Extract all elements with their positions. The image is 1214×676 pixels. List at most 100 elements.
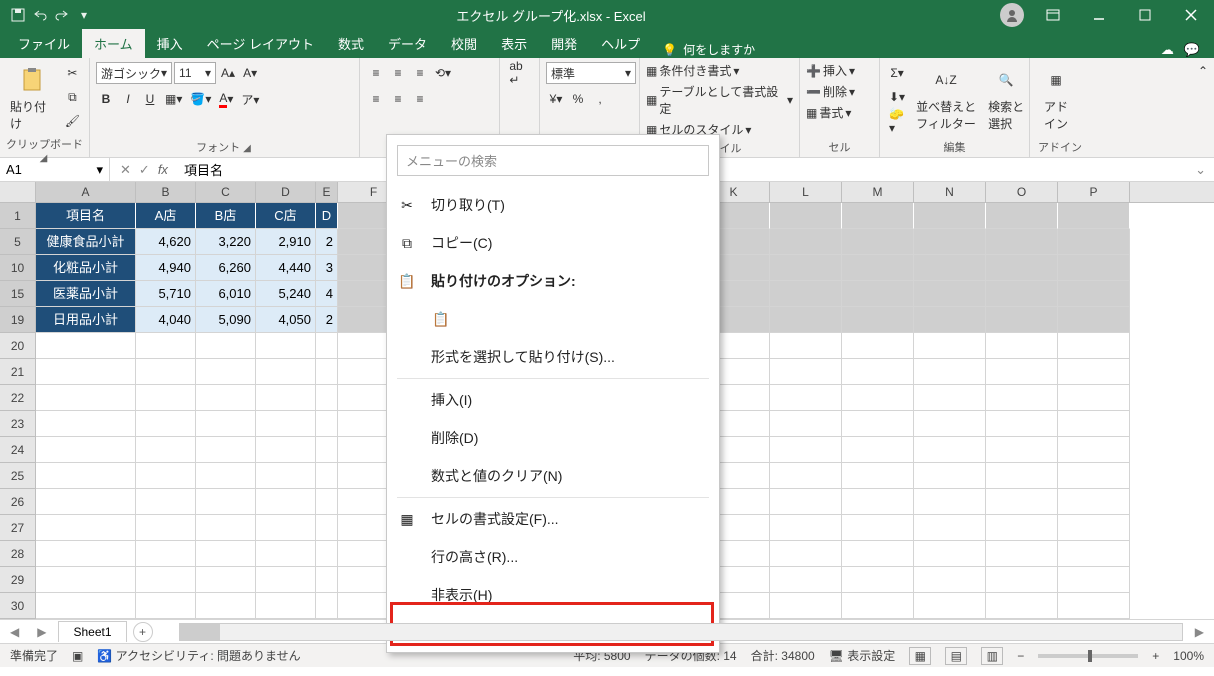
cell[interactable] <box>256 411 316 437</box>
cell[interactable] <box>986 255 1058 281</box>
cell[interactable] <box>914 541 986 567</box>
cell[interactable] <box>196 463 256 489</box>
cell[interactable] <box>316 593 338 619</box>
tab-help[interactable]: ヘルプ <box>589 29 652 58</box>
cell[interactable] <box>136 489 196 515</box>
cell[interactable]: 4,440 <box>256 255 316 281</box>
row-header[interactable]: 27 <box>0 515 36 541</box>
cell[interactable] <box>1058 515 1130 541</box>
align-middle-icon[interactable]: ≡ <box>388 62 408 84</box>
cell[interactable] <box>1058 281 1130 307</box>
cell[interactable] <box>770 359 842 385</box>
cell[interactable] <box>914 489 986 515</box>
cell[interactable] <box>986 411 1058 437</box>
column-header[interactable]: L <box>770 182 842 202</box>
cell[interactable] <box>770 489 842 515</box>
cell[interactable] <box>1058 359 1130 385</box>
cell[interactable] <box>842 541 914 567</box>
display-settings-button[interactable]: 🖥 表示設定 <box>829 647 896 664</box>
cell[interactable] <box>1058 437 1130 463</box>
macro-record-icon[interactable]: ▣ <box>72 649 83 663</box>
dialog-launcher-icon[interactable]: ◢ <box>243 143 253 154</box>
number-format-combo[interactable]: 標準▾ <box>546 62 636 84</box>
cell[interactable] <box>1058 203 1130 229</box>
expand-formula-icon[interactable]: ⌄ <box>1187 158 1214 181</box>
minimize-icon[interactable] <box>1076 0 1122 30</box>
column-header[interactable]: A <box>36 182 136 202</box>
cell[interactable] <box>842 229 914 255</box>
cell[interactable]: 健康食品小計 <box>36 229 136 255</box>
scroll-right-icon[interactable]: ▶ <box>1189 625 1210 639</box>
cell[interactable] <box>136 567 196 593</box>
clear-icon[interactable]: 🧽▾ <box>886 110 908 132</box>
cell[interactable] <box>36 567 136 593</box>
cell[interactable]: 4,940 <box>136 255 196 281</box>
cell[interactable] <box>914 281 986 307</box>
add-sheet-icon[interactable]: + <box>133 622 153 642</box>
cell[interactable] <box>770 541 842 567</box>
cell[interactable] <box>770 307 842 333</box>
cell[interactable] <box>256 437 316 463</box>
ctx-row-height[interactable]: 行の高さ(R)... <box>387 538 719 576</box>
save-icon[interactable] <box>10 7 26 23</box>
sheet-nav-next-icon[interactable]: ▶ <box>31 625 52 639</box>
align-left-icon[interactable]: ≡ <box>366 88 386 110</box>
maximize-icon[interactable] <box>1122 0 1168 30</box>
cell[interactable]: D <box>316 203 338 229</box>
row-header[interactable]: 30 <box>0 593 36 619</box>
cell[interactable] <box>770 515 842 541</box>
align-bottom-icon[interactable]: ≡ <box>410 62 430 84</box>
menu-search-input[interactable]: メニューの検索 <box>397 145 709 176</box>
row-header[interactable]: 1 <box>0 203 36 229</box>
borders-icon[interactable]: ▦▾ <box>162 88 185 110</box>
cell[interactable] <box>842 333 914 359</box>
cell[interactable] <box>986 359 1058 385</box>
cell[interactable]: 2,910 <box>256 229 316 255</box>
column-header[interactable]: N <box>914 182 986 202</box>
row-header[interactable]: 19 <box>0 307 36 333</box>
ctx-delete[interactable]: 削除(D) <box>387 419 719 457</box>
cell[interactable] <box>914 203 986 229</box>
percent-icon[interactable]: % <box>568 88 588 110</box>
find-select-button[interactable]: 🔍 検索と 選択 <box>984 62 1028 134</box>
cell[interactable] <box>196 541 256 567</box>
cell[interactable] <box>196 437 256 463</box>
column-header[interactable]: O <box>986 182 1058 202</box>
cell[interactable]: 2 <box>316 229 338 255</box>
cell[interactable] <box>842 385 914 411</box>
cell[interactable] <box>196 489 256 515</box>
cell[interactable] <box>256 515 316 541</box>
cell[interactable] <box>986 281 1058 307</box>
tab-review[interactable]: 校閲 <box>439 29 489 58</box>
cell[interactable] <box>770 333 842 359</box>
cell[interactable] <box>136 411 196 437</box>
cell[interactable] <box>136 541 196 567</box>
cell[interactable] <box>842 307 914 333</box>
italic-button[interactable]: I <box>118 88 138 110</box>
cell[interactable] <box>1058 307 1130 333</box>
cell[interactable] <box>842 203 914 229</box>
cell[interactable] <box>136 359 196 385</box>
accessibility-status[interactable]: ♿ アクセシビリティ: 問題ありません <box>97 647 300 664</box>
cell[interactable] <box>136 593 196 619</box>
tab-insert[interactable]: 挿入 <box>145 29 195 58</box>
cell[interactable] <box>770 203 842 229</box>
addin-button[interactable]: ▦ アド イン <box>1036 62 1076 134</box>
cell[interactable] <box>256 489 316 515</box>
close-icon[interactable] <box>1168 0 1214 30</box>
cell[interactable] <box>1058 593 1130 619</box>
cell[interactable] <box>316 515 338 541</box>
cell[interactable] <box>914 593 986 619</box>
cell[interactable] <box>986 489 1058 515</box>
cell[interactable] <box>842 515 914 541</box>
cell[interactable]: 2 <box>316 307 338 333</box>
currency-icon[interactable]: ¥▾ <box>546 88 566 110</box>
bold-button[interactable]: B <box>96 88 116 110</box>
cell[interactable] <box>256 567 316 593</box>
cell[interactable] <box>986 333 1058 359</box>
orientation-icon[interactable]: ⟲▾ <box>432 62 454 84</box>
format-painter-icon[interactable]: 🖌 <box>62 110 83 132</box>
cell[interactable]: 6,260 <box>196 255 256 281</box>
collapse-ribbon-icon[interactable]: ⌃ <box>1192 58 1214 157</box>
cell[interactable] <box>986 437 1058 463</box>
